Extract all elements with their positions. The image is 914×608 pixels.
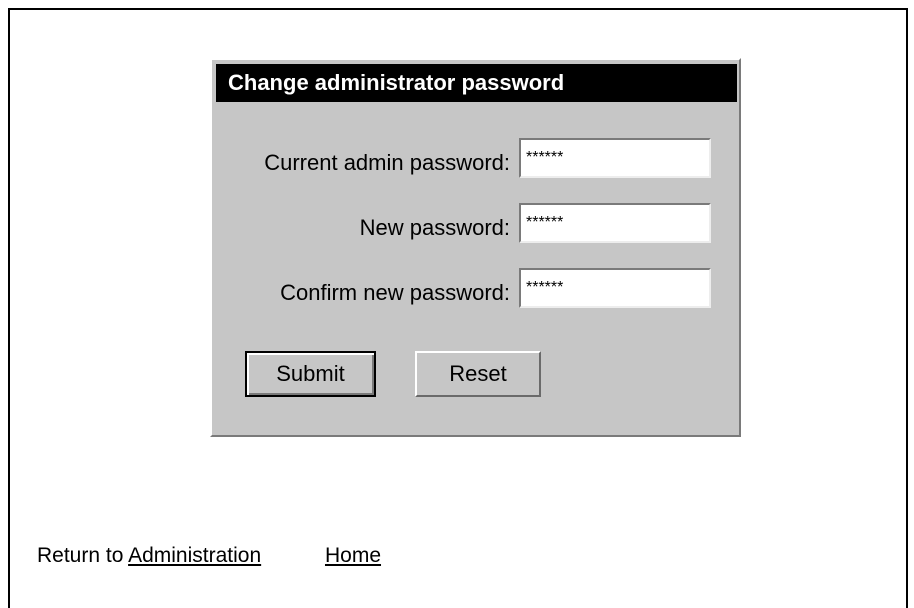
current-password-label: Current admin password:	[264, 150, 510, 175]
footer-nav: Return to Administration Home	[37, 543, 381, 569]
confirm-password-input[interactable]	[519, 268, 711, 308]
administration-link[interactable]: Administration	[128, 544, 261, 567]
current-password-input[interactable]	[519, 138, 711, 178]
home-link[interactable]: Home	[325, 544, 381, 567]
confirm-password-label: Confirm new password:	[280, 280, 510, 305]
submit-button[interactable]: Submit	[245, 351, 376, 397]
panel-title: Change administrator password	[216, 64, 737, 102]
new-password-input[interactable]	[519, 203, 711, 243]
new-password-label: New password:	[359, 215, 510, 240]
change-password-panel: Change administrator password Current ad…	[210, 58, 741, 437]
return-to-text: Return to	[37, 544, 124, 567]
reset-button[interactable]: Reset	[415, 351, 541, 397]
